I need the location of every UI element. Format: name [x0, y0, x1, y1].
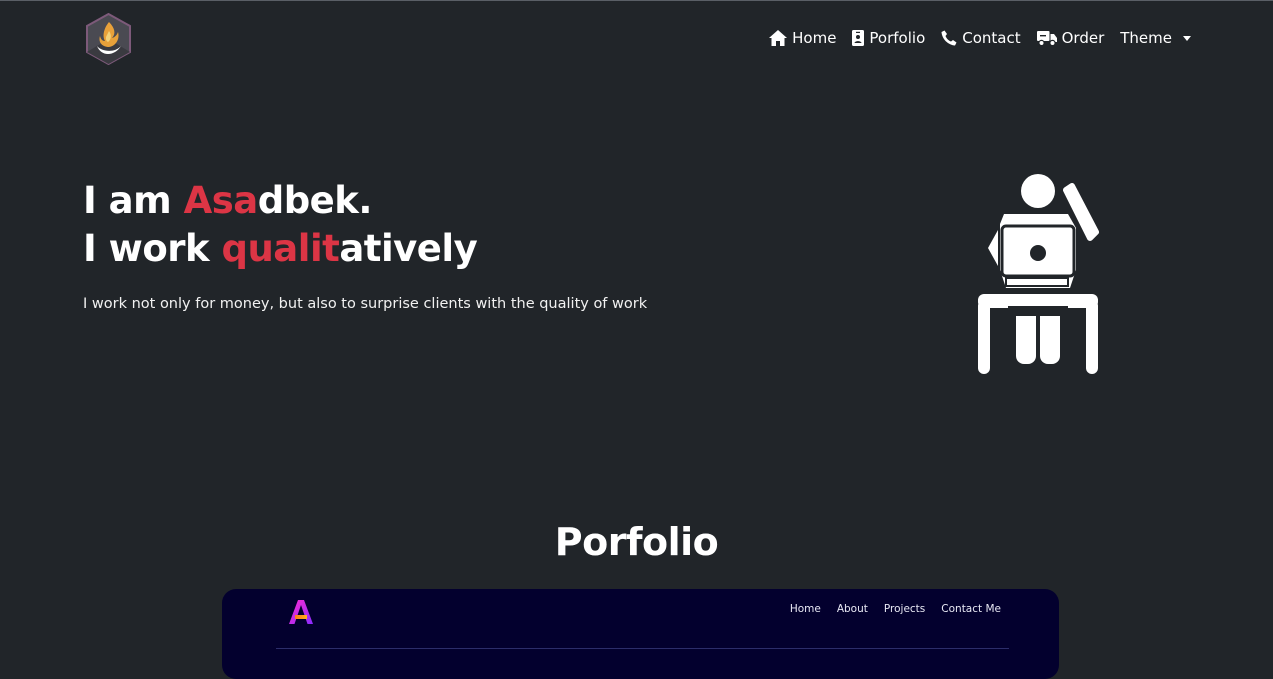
letter-a-logo-icon — [289, 600, 313, 624]
portfolio-title: Porfolio — [554, 520, 719, 564]
nav-theme-label: Theme — [1120, 29, 1172, 47]
preview-nav-projects[interactable]: Projects — [884, 603, 925, 615]
nav-order[interactable]: Order — [1036, 29, 1105, 47]
main-nav: Home Porfolio Contact Order Theme — [769, 29, 1191, 47]
hero-title: I am Asadbek. I work qualitatively — [83, 177, 478, 273]
hero-line-2-accent: qualit — [221, 227, 340, 270]
truck-icon — [1036, 31, 1057, 46]
preview-nav: Home About Projects Contact Me — [790, 603, 1001, 615]
preview-nav-about[interactable]: About — [837, 603, 868, 615]
caret-down-icon — [1183, 36, 1191, 41]
preview-nav-home[interactable]: Home — [790, 603, 821, 615]
nav-contact-label: Contact — [962, 29, 1021, 47]
hero-subtitle: I work not only for money, but also to s… — [83, 296, 648, 312]
hero-line-1: I am Asadbek. — [83, 177, 477, 225]
site-logo[interactable] — [85, 12, 132, 66]
person-at-laptop-icon — [978, 174, 1099, 374]
navbar: Home Porfolio Contact Order Theme — [0, 0, 1273, 78]
nav-portfolio-label: Porfolio — [869, 29, 926, 47]
hero-line-1-rest: dbek. — [257, 179, 373, 222]
nav-contact[interactable]: Contact — [941, 29, 1021, 47]
nav-home-label: Home — [792, 29, 837, 47]
phone-icon — [941, 30, 957, 46]
nav-theme-dropdown[interactable]: Theme — [1120, 29, 1191, 47]
nav-order-label: Order — [1061, 29, 1105, 47]
nav-home[interactable]: Home — [769, 29, 836, 47]
nav-portfolio[interactable]: Porfolio — [852, 29, 925, 47]
home-icon — [769, 30, 788, 46]
hero-line-1-prefix: I am — [83, 179, 184, 222]
hero-line-1-accent: Asa — [183, 179, 259, 222]
preview-nav-contact-me[interactable]: Contact Me — [941, 603, 1001, 615]
hero-line-2-prefix: I work — [83, 227, 222, 270]
hero-line-2: I work qualitatively — [83, 225, 478, 273]
hero-line-2-rest: atively — [339, 227, 478, 270]
preview-divider — [276, 648, 1009, 649]
id-badge-icon — [852, 30, 865, 46]
flame-logo-icon — [86, 12, 131, 66]
portfolio-preview-card[interactable]: Home About Projects Contact Me — [222, 589, 1059, 679]
